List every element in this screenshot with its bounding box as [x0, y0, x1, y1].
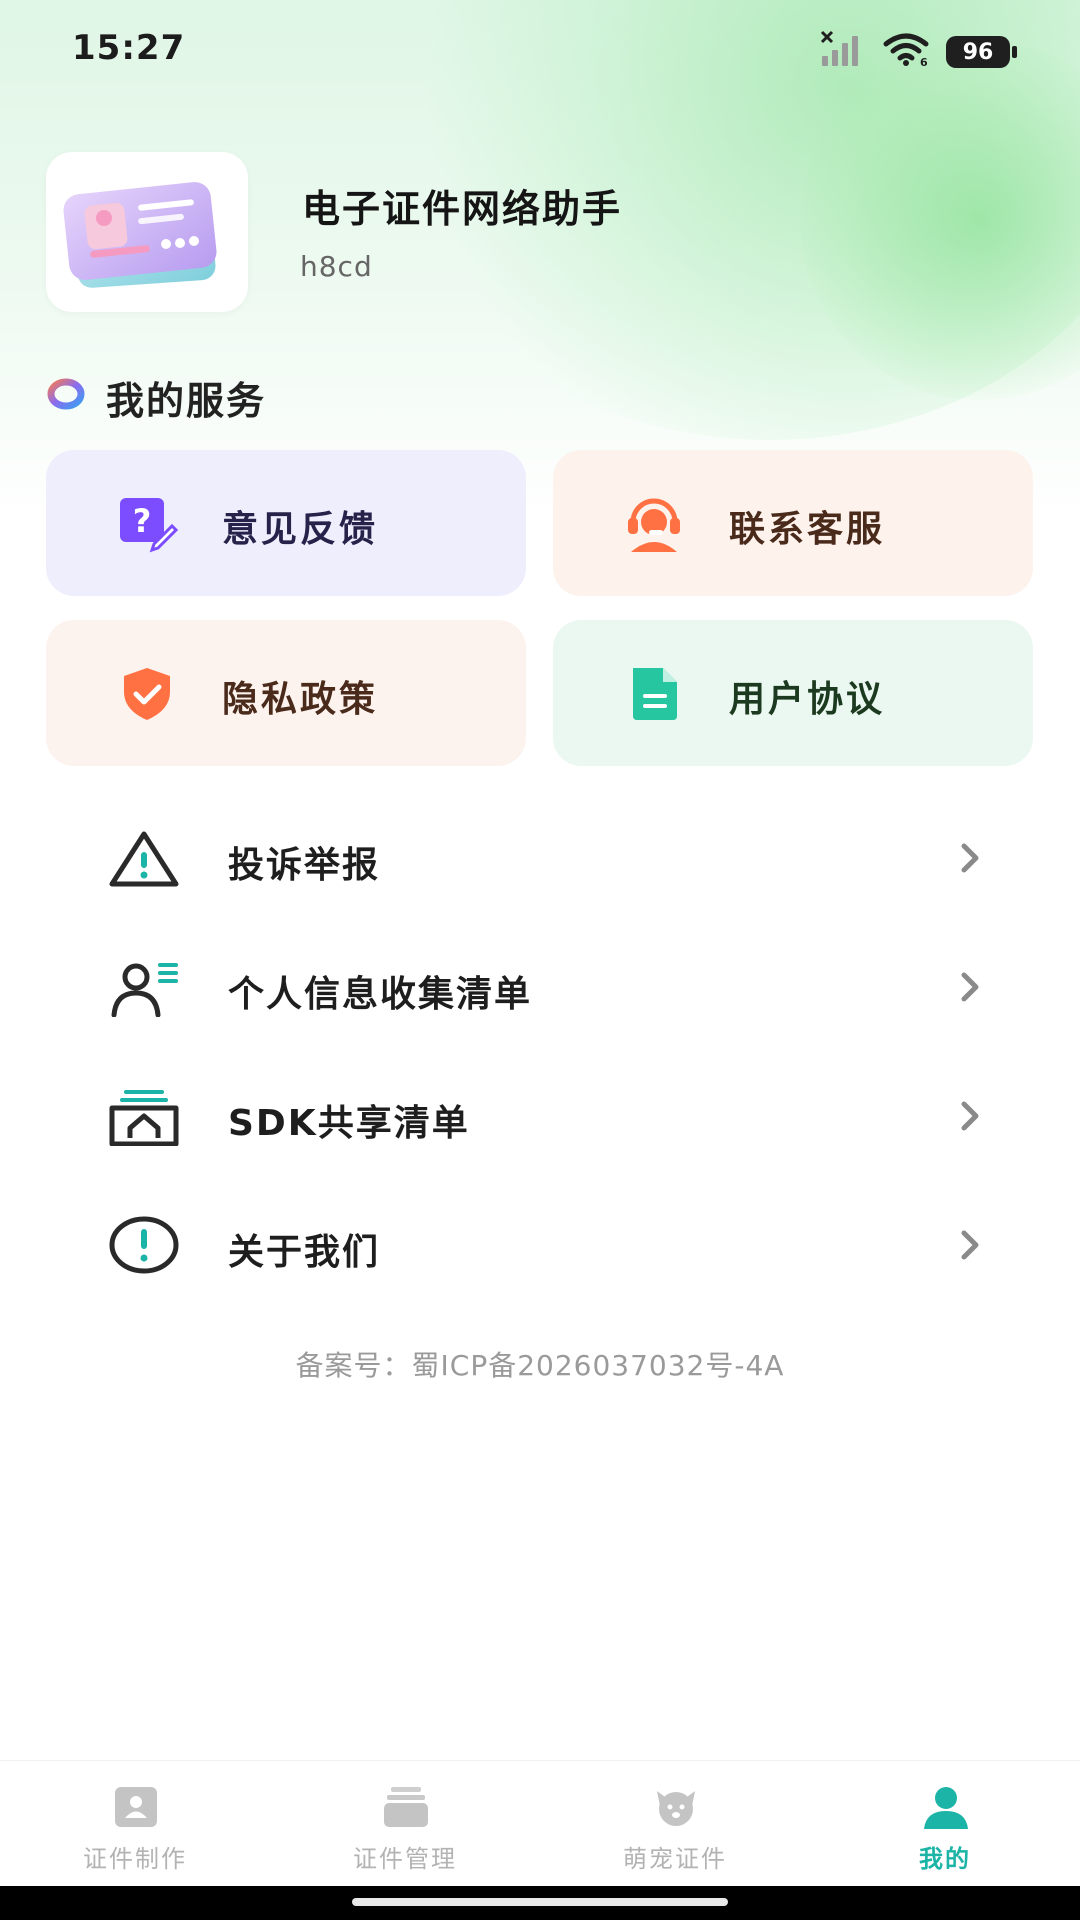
nav-tab-mine[interactable]: 我的 [810, 1761, 1080, 1887]
chevron-right-icon [956, 1227, 984, 1263]
bottom-nav: 证件制作 证件管理 萌宠证件 我的 [0, 1760, 1080, 1887]
nav-label: 萌宠证件 [623, 1845, 727, 1873]
svg-text:6: 6 [920, 56, 928, 68]
menu-item-about-us[interactable]: 关于我们 [0, 1195, 1080, 1295]
feedback-icon: ? [116, 492, 179, 554]
user-agreement-card[interactable]: 用户协议 [553, 620, 1033, 766]
menu-item-label: 投诉举报 [228, 845, 381, 886]
my-page-screen: 15:27 6 96 电子证件网络助手 h8cd 我的服务 ? 意见反馈 联系客… [0, 0, 1080, 1920]
nav-label: 我的 [919, 1845, 971, 1873]
customer-service-label: 联系客服 [729, 509, 886, 550]
customer-service-icon [623, 492, 685, 554]
privacy-shield-icon [116, 662, 178, 724]
nav-label: 证件管理 [353, 1845, 457, 1873]
pet-icon [653, 1785, 699, 1829]
menu-item-label: SDK共享清单 [228, 1103, 470, 1144]
status-bar: 15:27 6 96 [0, 0, 1080, 100]
user-id: h8cd [300, 250, 373, 283]
menu-item-label: 个人信息收集清单 [228, 974, 533, 1015]
profile-icon [923, 1785, 969, 1829]
battery-icon: 96 [946, 36, 1017, 68]
document-icon [623, 662, 685, 724]
chevron-right-icon [956, 1098, 984, 1134]
menu-item-sdk-share[interactable]: SDK共享清单 [0, 1066, 1080, 1166]
privacy-policy-label: 隐私政策 [222, 679, 379, 720]
section-ring-icon [46, 378, 86, 410]
menu-item-label: 关于我们 [228, 1232, 381, 1273]
menu-item-complaint[interactable]: 投诉举报 [0, 808, 1080, 908]
user-agreement-label: 用户协议 [729, 679, 886, 720]
status-time: 15:27 [72, 28, 186, 68]
nav-tab-id-making[interactable]: 证件制作 [0, 1761, 270, 1887]
warning-icon [108, 828, 180, 888]
nav-tab-pet-id[interactable]: 萌宠证件 [540, 1761, 810, 1887]
signal-off-icon [820, 30, 866, 74]
home-gesture-handle[interactable] [352, 1898, 728, 1906]
feedback-card[interactable]: ? 意见反馈 [46, 450, 526, 596]
personal-info-icon [108, 957, 180, 1018]
gesture-bar-area [0, 1886, 1080, 1920]
app-avatar [46, 152, 248, 312]
id-photo-icon [113, 1785, 159, 1829]
section-title: 我的服务 [106, 379, 267, 423]
chevron-right-icon [956, 969, 984, 1005]
sdk-share-icon [108, 1086, 180, 1147]
wifi-icon: 6 [882, 32, 930, 72]
menu-item-personal-info[interactable]: 个人信息收集清单 [0, 937, 1080, 1037]
info-icon [108, 1215, 180, 1275]
chevron-right-icon [956, 840, 984, 876]
nav-tab-id-management[interactable]: 证件管理 [270, 1761, 540, 1887]
icp-record: 备案号：蜀ICP备2026037032号-4A [295, 1349, 785, 1382]
id-card-icon [63, 182, 217, 288]
svg-text:?: ? [133, 502, 152, 540]
feedback-label: 意见反馈 [222, 509, 379, 550]
status-icons: 6 96 [820, 30, 1017, 74]
folder-stack-icon [383, 1785, 429, 1829]
app-name: 电子证件网络助手 [302, 187, 623, 231]
privacy-policy-card[interactable]: 隐私政策 [46, 620, 526, 766]
nav-label: 证件制作 [83, 1845, 187, 1873]
customer-service-card[interactable]: 联系客服 [553, 450, 1033, 596]
